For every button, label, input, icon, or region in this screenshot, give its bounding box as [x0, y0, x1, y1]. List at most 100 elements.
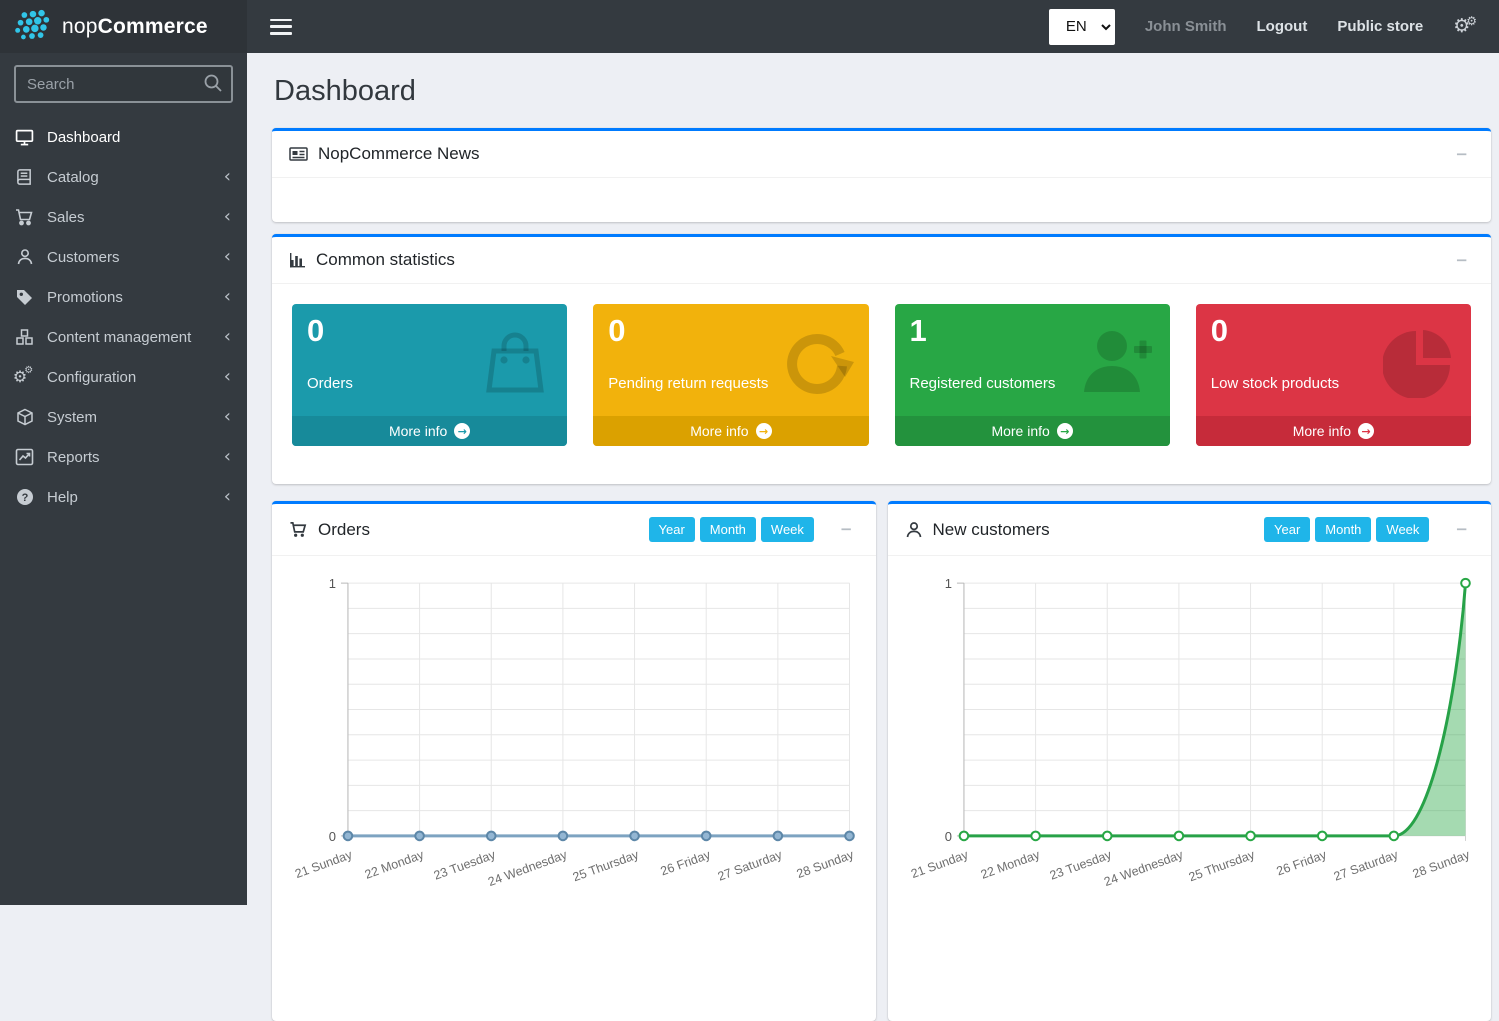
chart-line-icon	[15, 448, 34, 467]
sidebar-item-customers[interactable]: Customers ‹	[0, 237, 247, 277]
month-button[interactable]: Month	[1315, 517, 1371, 542]
svg-text:27 Saturday: 27 Saturday	[716, 847, 785, 883]
chevron-left-icon: ‹	[224, 168, 231, 186]
shopping-bag-icon	[477, 324, 553, 405]
sidebar-item-label: Dashboard	[47, 129, 120, 146]
stat-card-low-stock: 0 Low stock products More info →	[1196, 304, 1471, 446]
svg-text:1: 1	[944, 576, 951, 591]
svg-text:28 Sunday: 28 Sunday	[795, 847, 857, 881]
sidebar-item-promotions[interactable]: Promotions ‹	[0, 277, 247, 317]
stats-panel-title-text: Common statistics	[316, 250, 455, 270]
more-info-label: More info	[690, 423, 748, 439]
collapse-icon[interactable]: −	[1449, 146, 1474, 163]
new-customers-line-chart: 1021 Sunday22 Monday23 Tuesday24 Wednesd…	[896, 562, 1484, 892]
sidebar-item-label: Content management	[47, 329, 191, 346]
user-plus-icon	[1078, 324, 1156, 401]
arrow-circle-right-icon: →	[1358, 423, 1374, 439]
brand-text: nopCommerce	[62, 15, 208, 39]
year-button[interactable]: Year	[649, 517, 695, 542]
collapse-icon[interactable]: −	[1449, 521, 1474, 538]
sidebar-item-catalog[interactable]: Catalog ‹	[0, 157, 247, 197]
stat-card-pending-returns: 0 Pending return requests More info →	[593, 304, 868, 446]
orders-chart-title: Orders	[289, 520, 370, 540]
gears-icon: ⚙⚙	[15, 368, 34, 387]
chevron-left-icon: ‹	[224, 208, 231, 226]
new-customers-chart-body: 1021 Sunday22 Monday23 Tuesday24 Wednesd…	[888, 555, 1492, 892]
more-info-link[interactable]: More info →	[593, 416, 868, 446]
question-circle-icon: ?	[15, 488, 34, 507]
week-button[interactable]: Week	[1376, 517, 1429, 542]
search-input[interactable]	[14, 65, 233, 103]
public-store-link[interactable]: Public store	[1337, 18, 1423, 35]
svg-text:26 Friday: 26 Friday	[1274, 847, 1328, 878]
sidebar-search	[14, 65, 233, 103]
pie-chart-icon	[1383, 324, 1457, 403]
cart-icon	[15, 208, 34, 227]
month-button[interactable]: Month	[700, 517, 756, 542]
charts-row: Orders Year Month Week − 1021 Sunday22 M…	[272, 501, 1491, 1021]
sidebar-item-label: Reports	[47, 449, 100, 466]
sidebar-item-configuration[interactable]: ⚙⚙ Configuration ‹	[0, 357, 247, 397]
sidebar-item-help[interactable]: ? Help ‹	[0, 477, 247, 517]
sidebar-item-content-management[interactable]: Content management ‹	[0, 317, 247, 357]
logout-link[interactable]: Logout	[1257, 18, 1308, 35]
orders-chart-panel: Orders Year Month Week − 1021 Sunday22 M…	[272, 501, 876, 1021]
sidebar-item-label: Catalog	[47, 169, 99, 186]
news-panel-title-text: NopCommerce News	[318, 144, 480, 164]
orders-line-chart: 1021 Sunday22 Monday23 Tuesday24 Wednesd…	[280, 562, 868, 892]
collapse-icon[interactable]: −	[1449, 252, 1474, 269]
chevron-left-icon: ‹	[224, 408, 231, 426]
topbar-right: EN John Smith Logout Public store ⚙⚙	[1049, 9, 1481, 45]
collapse-icon[interactable]: −	[834, 521, 859, 538]
stats-panel-title: Common statistics	[289, 250, 455, 270]
orders-chart-body: 1021 Sunday22 Monday23 Tuesday24 Wednesd…	[272, 555, 876, 892]
desktop-icon	[15, 128, 34, 147]
more-info-link[interactable]: More info →	[292, 416, 567, 446]
news-panel: NopCommerce News −	[272, 128, 1491, 222]
user-name-link[interactable]: John Smith	[1145, 18, 1227, 35]
orders-chart-title-text: Orders	[318, 520, 370, 540]
sidebar-item-label: System	[47, 409, 97, 426]
news-panel-title: NopCommerce News	[289, 144, 480, 164]
stats-panel-tools: −	[1429, 252, 1474, 269]
svg-text:25 Thursday: 25 Thursday	[1186, 847, 1256, 884]
svg-text:0: 0	[944, 829, 951, 844]
common-statistics-panel: Common statistics − 0 Orders More info →	[272, 234, 1491, 484]
sidebar-item-dashboard[interactable]: Dashboard	[0, 117, 247, 157]
cubes-icon	[15, 328, 34, 347]
arrow-circle-right-icon: →	[454, 423, 470, 439]
sidebar-toggle-button[interactable]	[270, 19, 292, 35]
svg-text:24 Wednesday: 24 Wednesday	[486, 847, 569, 889]
refresh-icon	[779, 324, 855, 405]
page-title: Dashboard	[274, 75, 1491, 108]
chevron-left-icon: ‹	[224, 368, 231, 386]
language-select[interactable]: EN	[1049, 9, 1115, 45]
svg-text:22 Monday: 22 Monday	[363, 847, 426, 882]
svg-text:28 Sunday: 28 Sunday	[1410, 847, 1472, 881]
tag-icon	[15, 288, 34, 307]
cube-icon	[15, 408, 34, 427]
bar-chart-icon	[289, 252, 306, 268]
news-panel-tools: −	[1429, 146, 1474, 163]
new-customers-chart-panel: New customers Year Month Week − 1021 Sun…	[888, 501, 1492, 1021]
main-content: Dashboard NopCommerce News −	[247, 53, 1499, 905]
news-panel-body	[272, 177, 1491, 222]
more-info-link[interactable]: More info →	[895, 416, 1170, 446]
svg-text:1: 1	[329, 576, 336, 591]
cart-icon	[289, 521, 308, 539]
svg-text:22 Monday: 22 Monday	[978, 847, 1041, 882]
more-info-label: More info	[1293, 423, 1351, 439]
sidebar-item-sales[interactable]: Sales ‹	[0, 197, 247, 237]
sidebar: Dashboard Catalog ‹ Sales ‹	[0, 53, 247, 905]
sidebar-item-label: Promotions	[47, 289, 123, 306]
more-info-link[interactable]: More info →	[1196, 416, 1471, 446]
sidebar-item-system[interactable]: System ‹	[0, 397, 247, 437]
stats-panel-body: 0 Orders More info → 0 Pending return re…	[272, 283, 1491, 484]
year-button[interactable]: Year	[1264, 517, 1310, 542]
sidebar-item-reports[interactable]: Reports ‹	[0, 437, 247, 477]
search-icon[interactable]	[202, 72, 224, 99]
week-button[interactable]: Week	[761, 517, 814, 542]
settings-gears-icon[interactable]: ⚙⚙	[1453, 17, 1481, 36]
svg-text:?: ?	[21, 492, 28, 504]
chevron-left-icon: ‹	[224, 448, 231, 466]
